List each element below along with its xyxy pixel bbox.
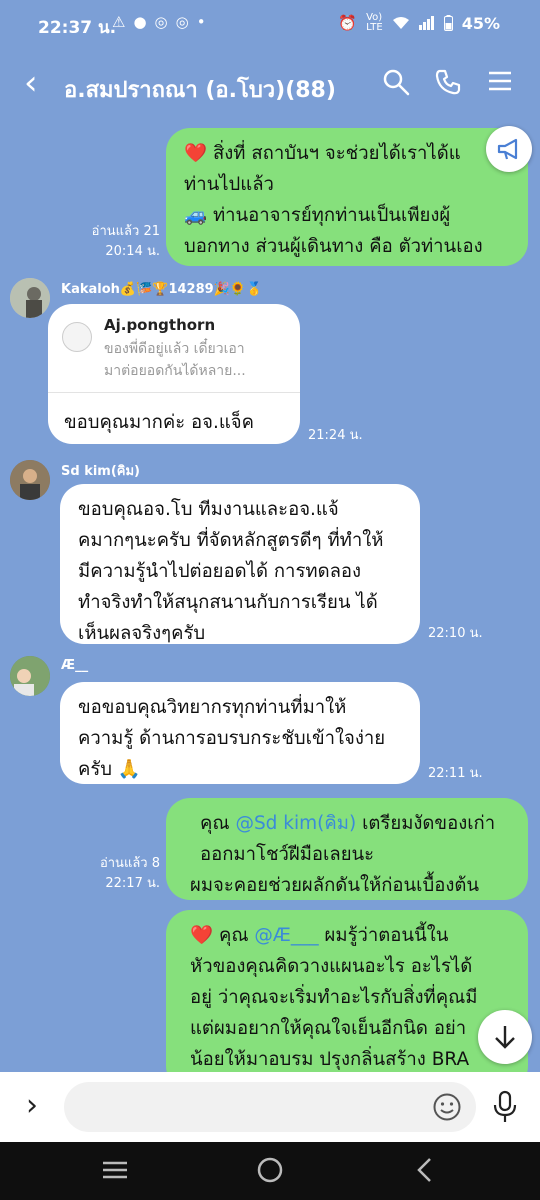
chat-area[interactable]: อ่านแล้ว 21 20:14 น. ❤️ สิ่งที่ สถาบันฯ … [0,122,540,1072]
warning-icon: ⚠ [112,13,126,31]
avatar[interactable] [10,656,50,696]
phone-icon[interactable] [434,68,462,96]
message-line: ออกมาโชว์ฝีมือเลยนะ [200,844,375,865]
message-line: ทำจริงทำให้สนุกสนานกับการเรียน ได้ [78,592,378,613]
incoming-message[interactable]: ขอขอบคุณวิทยากรทุกท่านที่มาให้ ความรู้ ด… [60,682,420,784]
back-arrow-icon[interactable]: ‹ [24,66,38,100]
avatar[interactable] [10,278,50,318]
message-time: 22:17 น. [105,876,160,891]
message-meta: อ่านแล้ว 21 20:14 น. [60,222,160,262]
avatar[interactable] [10,460,50,500]
read-count: อ่านแล้ว 21 [91,224,160,239]
message-text: เตรียมงัดของเก่า [362,813,496,834]
quoted-sender: Aj.pongthorn [104,316,216,334]
scroll-to-bottom-button[interactable] [478,1010,532,1064]
system-nav-bar [0,1142,540,1200]
message-line: หัวของคุณคิดวางแผนอะไร อะไรได้ [190,956,473,977]
microphone-icon[interactable] [490,1090,520,1124]
wifi-icon [392,17,409,29]
divider [48,392,300,393]
message-line: ความรู้ ด้านการอบรบกระชับเข้าใจง่าย [78,728,386,749]
mention-link[interactable]: @Æ___ [254,925,318,946]
megaphone-button[interactable] [486,126,532,172]
signal-icon [418,16,434,30]
search-icon[interactable] [382,68,410,96]
message-input-bar: › [0,1072,540,1142]
message-line: อยู่ ว่าคุณจะเริ่มทำอะไรกับสิ่งที่คุณมี [190,987,478,1008]
message-meta: อ่านแล้ว 8 22:17 น. [60,854,160,894]
battery-icon [443,15,453,31]
outgoing-message[interactable]: ❤️ คุณ @Æ___ ผมรู้ว่าตอนนี้ใน หัวของคุณค… [166,910,528,1072]
back-icon[interactable] [414,1156,436,1184]
quoted-avatar [62,322,92,352]
menu-icon[interactable] [487,68,513,94]
message-text: คุณ [200,813,230,834]
read-count: อ่านแล้ว 8 [99,856,160,871]
chat-title[interactable]: อ.สมปราถณา (อ.โบว)(88) [64,72,336,107]
message-time: 22:10 น. [428,626,483,641]
car-icon: 🚙 [184,205,208,226]
heart-icon: ❤️ [184,143,208,164]
outgoing-message[interactable]: ❤️ สิ่งที่ สถาบันฯ จะช่วยได้เราได้แ ท่าน… [166,128,528,266]
chat-header: ‹ อ.สมปราถณา (อ.โบว)(88) [0,48,540,122]
megaphone-icon [497,138,518,160]
quoted-line: มาต่อยอดกันได้หลาย... [104,363,246,379]
message-line: เห็นผลจริงๆครับ [78,623,206,644]
status-time: 22:37 น. [38,18,117,38]
quoted-message[interactable]: Aj.pongthorn ของพี่ดีอยู่แล้ว เดี๋ยวเอา … [62,314,286,384]
reply-message[interactable]: Aj.pongthorn ของพี่ดีอยู่แล้ว เดี๋ยวเอา … [48,304,300,444]
message-line: ผมจะคอยช่วยผลักดันให้ก่อนเบื้องต้น [190,875,480,896]
sender-name: Æ__ [61,658,89,673]
arrow-down-icon [495,1026,515,1049]
alarm-icon: ⏰ [338,14,358,32]
message-line: ท่านไปแล้ว [184,174,274,195]
message-time: 20:14 น. [105,244,160,259]
message-line: ขอบคุณอจ.โบ ทีมงานและอจ.แจ้ [78,499,339,520]
message-line: สิ่งที่ สถาบันฯ จะช่วยได้เราได้แ [212,143,461,164]
quoted-line: ของพี่ดีอยู่แล้ว เดี๋ยวเอา [104,341,245,357]
message-line: น้อยให้มาอบรม ปรุงกลิ่นสร้าง BRA [190,1049,470,1070]
message-time: 21:24 น. [308,428,363,443]
status-bar: 22:37 น. ⚠ ● ◎ ◎ • ⏰ Vo) LTE 45% [0,0,540,48]
notification-icons: ⚠ ● ◎ ◎ • [112,13,206,31]
recent-apps-icon[interactable] [102,1156,128,1184]
quoted-text: ของพี่ดีอยู่แล้ว เดี๋ยวเอา มาต่อยอดกันได… [104,338,284,382]
chevron-right-icon[interactable]: › [26,1088,38,1123]
message-line: มีความรู้นำไปต่อยอดได้ การทดลอง [78,561,362,582]
message-text: คุณ [218,925,249,946]
message-line: แต่ผมอยากให้คุณใจเย็นอีกนิด อย่า [190,1018,467,1039]
message-line: ขอขอบคุณวิทยากรทุกท่านที่มาให้ [78,697,347,718]
message-input[interactable] [64,1082,476,1132]
instagram-icon: ◎ [154,13,168,31]
mention-link[interactable]: @Sd kim(คิม) [235,813,356,834]
instagram-icon: ◎ [175,13,189,31]
message-text: ผมรู้ว่าตอนนี้ใน [324,925,449,946]
message-line: ครับ 🙏 [78,759,141,780]
message-line: บอกทาง ส่วนผู้เดินทาง คือ ตัวท่านเอง [184,236,483,257]
message-line: ท่านอาจารย์ทุกท่านเป็นเพียงผู้ [212,205,451,226]
sender-name: Sd kim(คิม) [61,464,140,479]
message-time: 22:11 น. [428,766,483,781]
message-text: ขอบคุณมากค่ะ อจ.แจ็ค [64,412,254,433]
message-line: คมากๆนะครับ ที่จัดหลักสูตรดีๆ ที่ทำให้ [78,530,384,551]
system-icons: ⏰ Vo) LTE 45% [338,13,500,33]
heart-icon: ❤️ [190,925,214,946]
battery-percent: 45% [461,13,500,33]
home-icon[interactable] [256,1156,284,1184]
outgoing-message[interactable]: คุณ @Sd kim(คิม) เตรียมงัดของเก่า ออกมาโ… [166,798,528,900]
sender-name: Kakaloh💰🎏🏆14289🎉🌻🥇 [61,282,263,297]
messenger-icon: ● [133,13,147,31]
volte-icon: Vo) LTE [366,12,383,33]
incoming-message[interactable]: ขอบคุณอจ.โบ ทีมงานและอจ.แจ้ คมากๆนะครับ … [60,484,420,644]
emoji-icon[interactable] [432,1092,462,1122]
more-dot-icon: • [196,13,206,31]
